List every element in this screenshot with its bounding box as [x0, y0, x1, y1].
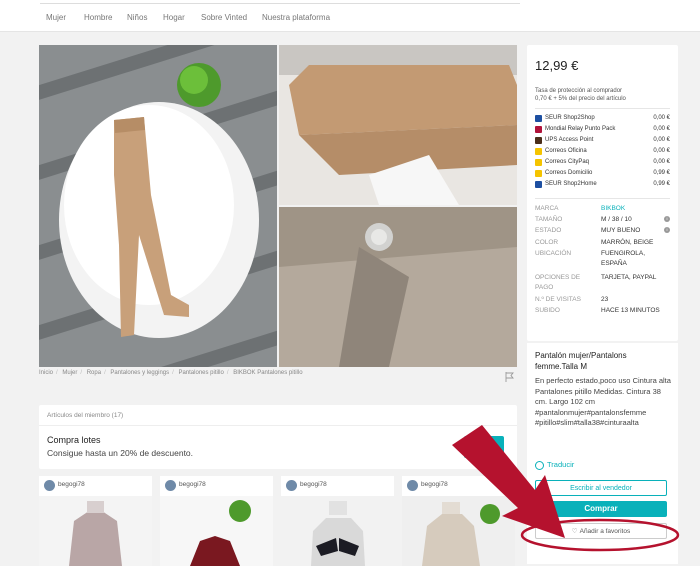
item-sidebar: 12,99 € Tasa de protección al comprador …	[527, 45, 678, 341]
category-nav: Mujer Hombre Niños Hogar Sobre Vinted Nu…	[0, 6, 700, 32]
breadcrumb-mujer[interactable]: Mujer	[62, 370, 77, 376]
shipping-option: UPS Access Point 0,00 €	[535, 136, 670, 147]
shipping-name: SEUR Shop2Home	[545, 181, 597, 187]
detail-value: MUY BUENO	[601, 227, 641, 234]
avatar	[44, 480, 55, 491]
breadcrumb-pantalones-leggings[interactable]: Pantalones y leggings	[110, 370, 169, 376]
shipping-option: SEUR Shop2Shop 0,00 €	[535, 114, 670, 125]
seller-username[interactable]: begogi78	[179, 481, 206, 488]
avatar	[407, 480, 418, 491]
bundle-description: Consigue hasta un 20% de descuento.	[47, 448, 194, 458]
member-item-card[interactable]: begogi78	[160, 476, 273, 566]
shipping-option: Correos CityPaq 0,00 €	[535, 158, 670, 169]
detail-value: 23	[601, 296, 609, 303]
shipping-cost: 0,00 €	[653, 137, 670, 143]
shipping-name: Correos CityPaq	[545, 159, 590, 165]
shipping-cost: 0,00 €	[653, 126, 670, 132]
divider	[535, 108, 670, 109]
nav-item-hogar[interactable]: Hogar	[163, 13, 185, 22]
detail-label: TAMAÑO	[535, 216, 563, 223]
member-items-header: Artículos del miembro (17)	[47, 412, 124, 419]
breadcrumb-ropa[interactable]: Ropa	[87, 370, 101, 376]
shipping-option: Correos Domicilio 0,99 €	[535, 169, 670, 180]
shipping-cost: 0,99 €	[653, 170, 670, 176]
buyer-protection-fee: Tasa de protección al comprador 0,70 € +…	[535, 87, 675, 103]
detail-label: N.º DE VISITAS	[535, 296, 581, 303]
breadcrumb: Inicio / Mujer / Ropa / Pantalones y leggin…	[39, 370, 303, 376]
seller-username[interactable]: begogi78	[300, 481, 327, 488]
shipping-option: Mondial Relay Punto Pack 0,00 €	[535, 125, 670, 136]
annotation-highlight-ellipse	[520, 518, 680, 552]
correos-icon	[535, 170, 542, 177]
bundle-title: Compra lotes	[47, 435, 101, 445]
ups-icon	[535, 137, 542, 144]
detail-value: M / 38 / 10	[601, 216, 632, 223]
shipping-name: SEUR Shop2Shop	[545, 115, 595, 121]
shipping-cost: 0,99 €	[653, 181, 670, 187]
detail-value: MARRÓN, BEIGE	[601, 239, 654, 246]
shipping-name: UPS Access Point	[545, 137, 594, 143]
breadcrumb-current: BIKBOK Pantalones pitillo	[233, 370, 303, 376]
side-photo-bottom[interactable]	[279, 207, 517, 367]
item-image[interactable]	[160, 496, 273, 566]
shipping-name: Correos Domicilio	[545, 170, 593, 176]
breadcrumb-pantalones-pitillo[interactable]: Pantalones pitillo	[178, 370, 223, 376]
side-photo-top[interactable]	[279, 45, 517, 205]
nav-item-ninos[interactable]: Niños	[127, 13, 147, 22]
nav-item-mujer[interactable]: Mujer	[46, 13, 66, 22]
seller-username[interactable]: begogi78	[58, 481, 85, 488]
search-bar-edge	[40, 0, 520, 4]
info-icon[interactable]: i	[664, 216, 670, 222]
seur-icon	[535, 181, 542, 188]
detail-label: SUBIDO	[535, 307, 560, 314]
divider	[535, 198, 670, 199]
detail-value: TARJETA, PAYPAL	[601, 274, 657, 281]
avatar	[165, 480, 176, 491]
avatar	[286, 480, 297, 491]
seur-icon	[535, 115, 542, 122]
item-image[interactable]	[281, 496, 394, 566]
detail-value: HACE 13 MINUTOS	[601, 307, 660, 314]
nav-item-hombre[interactable]: Hombre	[84, 13, 112, 22]
main-photo[interactable]	[39, 45, 277, 367]
breadcrumb-inicio[interactable]: Inicio	[39, 370, 53, 376]
correos-icon	[535, 159, 542, 166]
shipping-cost: 0,00 €	[653, 159, 670, 165]
shipping-name: Mondial Relay Punto Pack	[545, 126, 616, 132]
detail-value: FUENGIROLA, ESPAÑA	[601, 250, 646, 267]
item-title: Pantalón mujer/Pantalons femme.Talla M	[535, 351, 627, 371]
shipping-option: Correos Oficina 0,00 €	[535, 147, 670, 158]
item-price: 12,99 €	[535, 58, 579, 73]
shipping-option: SEUR Shop2Home 0,99 €	[535, 180, 670, 191]
shipping-name: Correos Oficina	[545, 148, 587, 154]
item-image[interactable]	[39, 496, 152, 566]
detail-label: OPCIONES DE PAGO	[535, 274, 581, 291]
buyer-protection-label: Tasa de protección al comprador	[535, 88, 623, 94]
buyer-protection-value: 0,70 € + 5% del precio del artículo	[535, 96, 626, 102]
detail-label: COLOR	[535, 239, 559, 246]
detail-label: UBICACIÓN	[535, 250, 572, 257]
nav-item-nuestra-plataforma[interactable]: Nuestra plataforma	[262, 13, 330, 22]
info-icon[interactable]: i	[664, 227, 670, 233]
detail-label: MARCA	[535, 205, 559, 212]
correos-icon	[535, 148, 542, 155]
shipping-cost: 0,00 €	[653, 115, 670, 121]
shipping-cost: 0,00 €	[653, 148, 670, 154]
detail-label: ESTADO	[535, 227, 562, 234]
brand-link[interactable]: BIKBOK	[601, 204, 665, 214]
member-item-card[interactable]: begogi78	[39, 476, 152, 566]
nav-item-sobre-vinted[interactable]: Sobre Vinted	[201, 13, 247, 22]
product-photos	[39, 45, 517, 367]
mondial-relay-icon	[535, 126, 542, 133]
member-item-card[interactable]: begogi78	[281, 476, 394, 566]
report-flag-icon[interactable]	[505, 372, 514, 382]
